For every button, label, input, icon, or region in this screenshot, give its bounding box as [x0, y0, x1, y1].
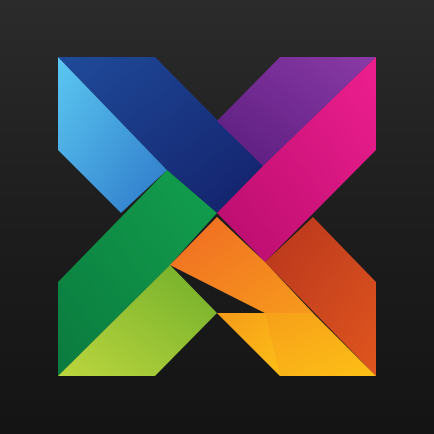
app-icon	[0, 0, 434, 434]
x-logo-icon	[58, 57, 376, 376]
